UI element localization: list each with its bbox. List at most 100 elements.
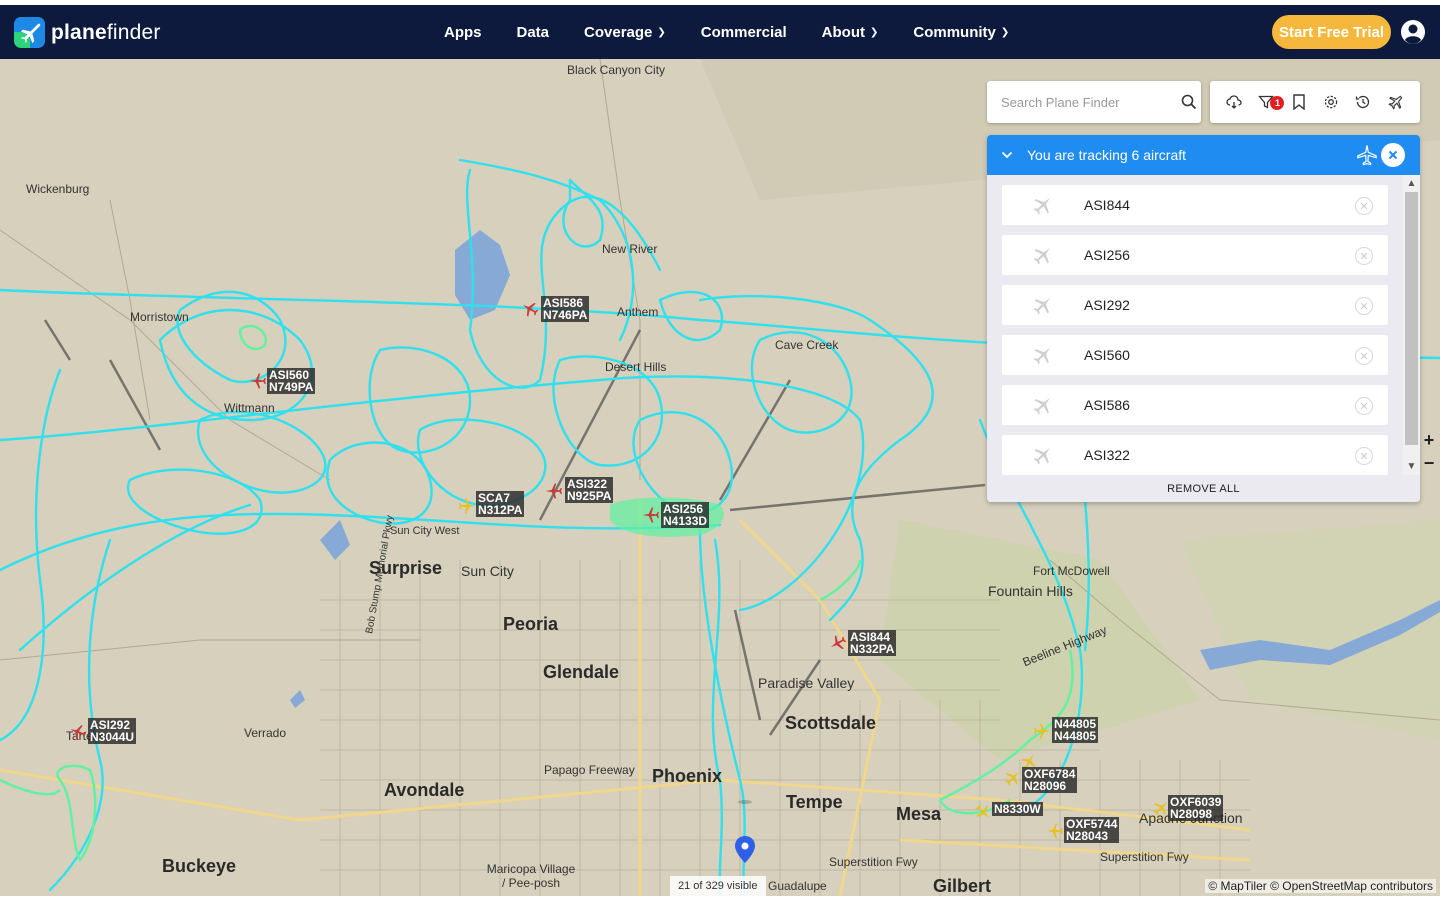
place-label: Verrado — [244, 726, 287, 740]
tracked-callsign: ASI256 — [1084, 247, 1130, 263]
place-label: Desert Hills — [605, 360, 667, 374]
place-label: Glendale — [543, 662, 620, 682]
remove-aircraft-icon[interactable]: ✕ — [1355, 397, 1373, 415]
place-label: Wickenburg — [26, 182, 90, 196]
navbar: planefinder Apps Data Coverage ❯ Commerci… — [0, 5, 1440, 59]
remove-aircraft-icon[interactable]: ✕ — [1355, 247, 1373, 265]
chevron-down-icon: ❯ — [869, 26, 879, 38]
search-icon[interactable] — [1177, 94, 1201, 110]
close-tracking-button[interactable] — [1381, 143, 1405, 167]
logo[interactable]: planefinder — [14, 17, 161, 48]
remove-aircraft-icon[interactable]: ✕ — [1355, 347, 1373, 365]
place-label: Wittmann — [224, 401, 275, 415]
tracked-aircraft-row[interactable]: ASI844 ✕ — [1002, 185, 1388, 225]
user-account-icon[interactable] — [1400, 19, 1426, 45]
aircraft-icon[interactable] — [1033, 722, 1051, 740]
nav-apps[interactable]: Apps — [444, 24, 482, 41]
remove-all-button[interactable]: REMOVE ALL — [987, 475, 1420, 502]
nav-commercial[interactable]: Commercial — [701, 24, 787, 41]
location-pin-icon[interactable] — [733, 835, 757, 865]
search-input[interactable] — [987, 82, 1177, 122]
place-label: Sun City — [461, 563, 514, 579]
place-label: Paradise Valley — [758, 675, 855, 691]
tracking-panel-header[interactable]: You are tracking 6 aircraft — [987, 135, 1420, 175]
place-label: New River — [602, 242, 658, 256]
bookmark-icon[interactable] — [1287, 90, 1311, 114]
chevron-down-icon: ❯ — [1000, 26, 1010, 38]
plane-icon — [1002, 394, 1084, 416]
nav-data[interactable]: Data — [517, 24, 550, 41]
logo-mark-icon — [14, 17, 45, 48]
aircraft-label[interactable]: SCA7 N312PA — [476, 491, 525, 517]
weather-layer-icon[interactable] — [1222, 90, 1246, 114]
app-root: planefinder Apps Data Coverage ❯ Commerci… — [0, 0, 1440, 900]
tracked-plane-icon — [1357, 145, 1377, 166]
zoom-in-button[interactable]: + — [1418, 429, 1440, 452]
tracked-aircraft-row[interactable]: ASI560 ✕ — [1002, 335, 1388, 375]
aircraft-label[interactable]: ASI560 N749PA — [267, 368, 316, 394]
nav-community[interactable]: Community ❯ — [913, 24, 1009, 41]
tracked-callsign: ASI292 — [1084, 297, 1130, 313]
place-label: Scottsdale — [785, 713, 877, 733]
map-toolbar: 1 — [1210, 81, 1420, 123]
place-label: Tempe — [786, 792, 843, 812]
main-nav: Apps Data Coverage ❯ Commercial About ❯ Co… — [444, 5, 1044, 59]
filter-count-badge: 1 — [1270, 96, 1285, 110]
aircraft-label[interactable]: N44805 N44805 — [1052, 717, 1099, 743]
map-attribution[interactable]: © MapTiler © OpenStreetMap contributors — [1205, 879, 1436, 893]
place-label: Phoenix — [652, 766, 723, 786]
tracked-aircraft-row[interactable]: ASI256 ✕ — [1002, 235, 1388, 275]
nav-coverage[interactable]: Coverage ❯ — [584, 24, 666, 41]
settings-gear-icon[interactable] — [1319, 90, 1343, 114]
tracked-callsign: ASI586 — [1084, 397, 1130, 413]
zoom-out-button[interactable]: − — [1418, 452, 1440, 475]
nav-about[interactable]: About ❯ — [822, 24, 879, 41]
chevron-down-icon: ❯ — [657, 26, 666, 38]
start-free-trial-button[interactable]: Start Free Trial — [1272, 15, 1391, 49]
aircraft-label[interactable]: OXF5744 N28043 — [1064, 817, 1120, 843]
tracked-aircraft-row[interactable]: ASI586 ✕ — [1002, 385, 1388, 425]
aircraft-label[interactable]: ASI586 N746PA — [541, 296, 590, 322]
plane-settings-icon[interactable] — [1384, 90, 1408, 114]
remove-aircraft-icon[interactable]: ✕ — [1355, 297, 1373, 315]
aircraft-icon[interactable] — [1046, 822, 1064, 840]
place-label: Maricopa Village / Pee-posh — [486, 862, 576, 890]
tracked-aircraft-row[interactable]: ASI322 ✕ — [1002, 435, 1388, 475]
place-label: Fort McDowell — [1033, 564, 1110, 578]
plane-icon — [1002, 244, 1084, 266]
scroll-up-icon[interactable]: ▲ — [1403, 175, 1420, 192]
remove-aircraft-icon[interactable]: ✕ — [1355, 447, 1373, 465]
place-label: Anthem — [617, 305, 659, 319]
bottom-strip — [0, 896, 1440, 900]
scroll-thumb[interactable] — [1405, 192, 1418, 445]
filter-icon[interactable]: 1 — [1254, 90, 1285, 114]
aircraft-label[interactable]: ASI844 N332PA — [848, 630, 897, 656]
tracking-panel: You are tracking 6 aircraft ASI844 ✕ ASI… — [987, 135, 1420, 502]
zoom-controls: + − — [1418, 429, 1440, 475]
aircraft-label[interactable]: ASI256 N4133D — [661, 502, 710, 528]
aircraft-icon[interactable] — [458, 497, 476, 515]
plane-icon — [1002, 444, 1084, 466]
collapse-chevron-icon[interactable] — [987, 151, 1027, 159]
place-label: Cave Creek — [775, 338, 839, 352]
search-box — [987, 81, 1201, 123]
tracked-callsign: ASI844 — [1084, 197, 1130, 213]
aircraft-icon[interactable] — [642, 506, 660, 524]
aircraft-label[interactable]: OXF6784 N28096 — [1022, 767, 1078, 793]
place-label: Papago Freeway — [544, 763, 635, 777]
aircraft-icon[interactable] — [249, 372, 267, 390]
aircraft-label[interactable]: N8330W — [992, 802, 1043, 816]
tracked-callsign: ASI322 — [1084, 447, 1130, 463]
tracked-aircraft-row[interactable]: ASI292 ✕ — [1002, 285, 1388, 325]
place-label: Morristown — [130, 310, 189, 324]
aircraft-label[interactable]: ASI292 N3044U — [88, 718, 137, 744]
history-icon[interactable] — [1351, 90, 1375, 114]
remove-aircraft-icon[interactable]: ✕ — [1355, 197, 1373, 215]
aircraft-icon[interactable] — [545, 482, 563, 500]
tracked-callsign: ASI560 — [1084, 347, 1130, 363]
aircraft-label[interactable]: ASI322 N925PA — [565, 477, 614, 503]
tracking-title: You are tracking 6 aircraft — [1027, 147, 1187, 163]
aircraft-label[interactable]: OXF6039 N28098 — [1168, 795, 1224, 821]
place-label: Peoria — [503, 614, 559, 634]
place-label: Superstition Fwy — [829, 855, 918, 869]
